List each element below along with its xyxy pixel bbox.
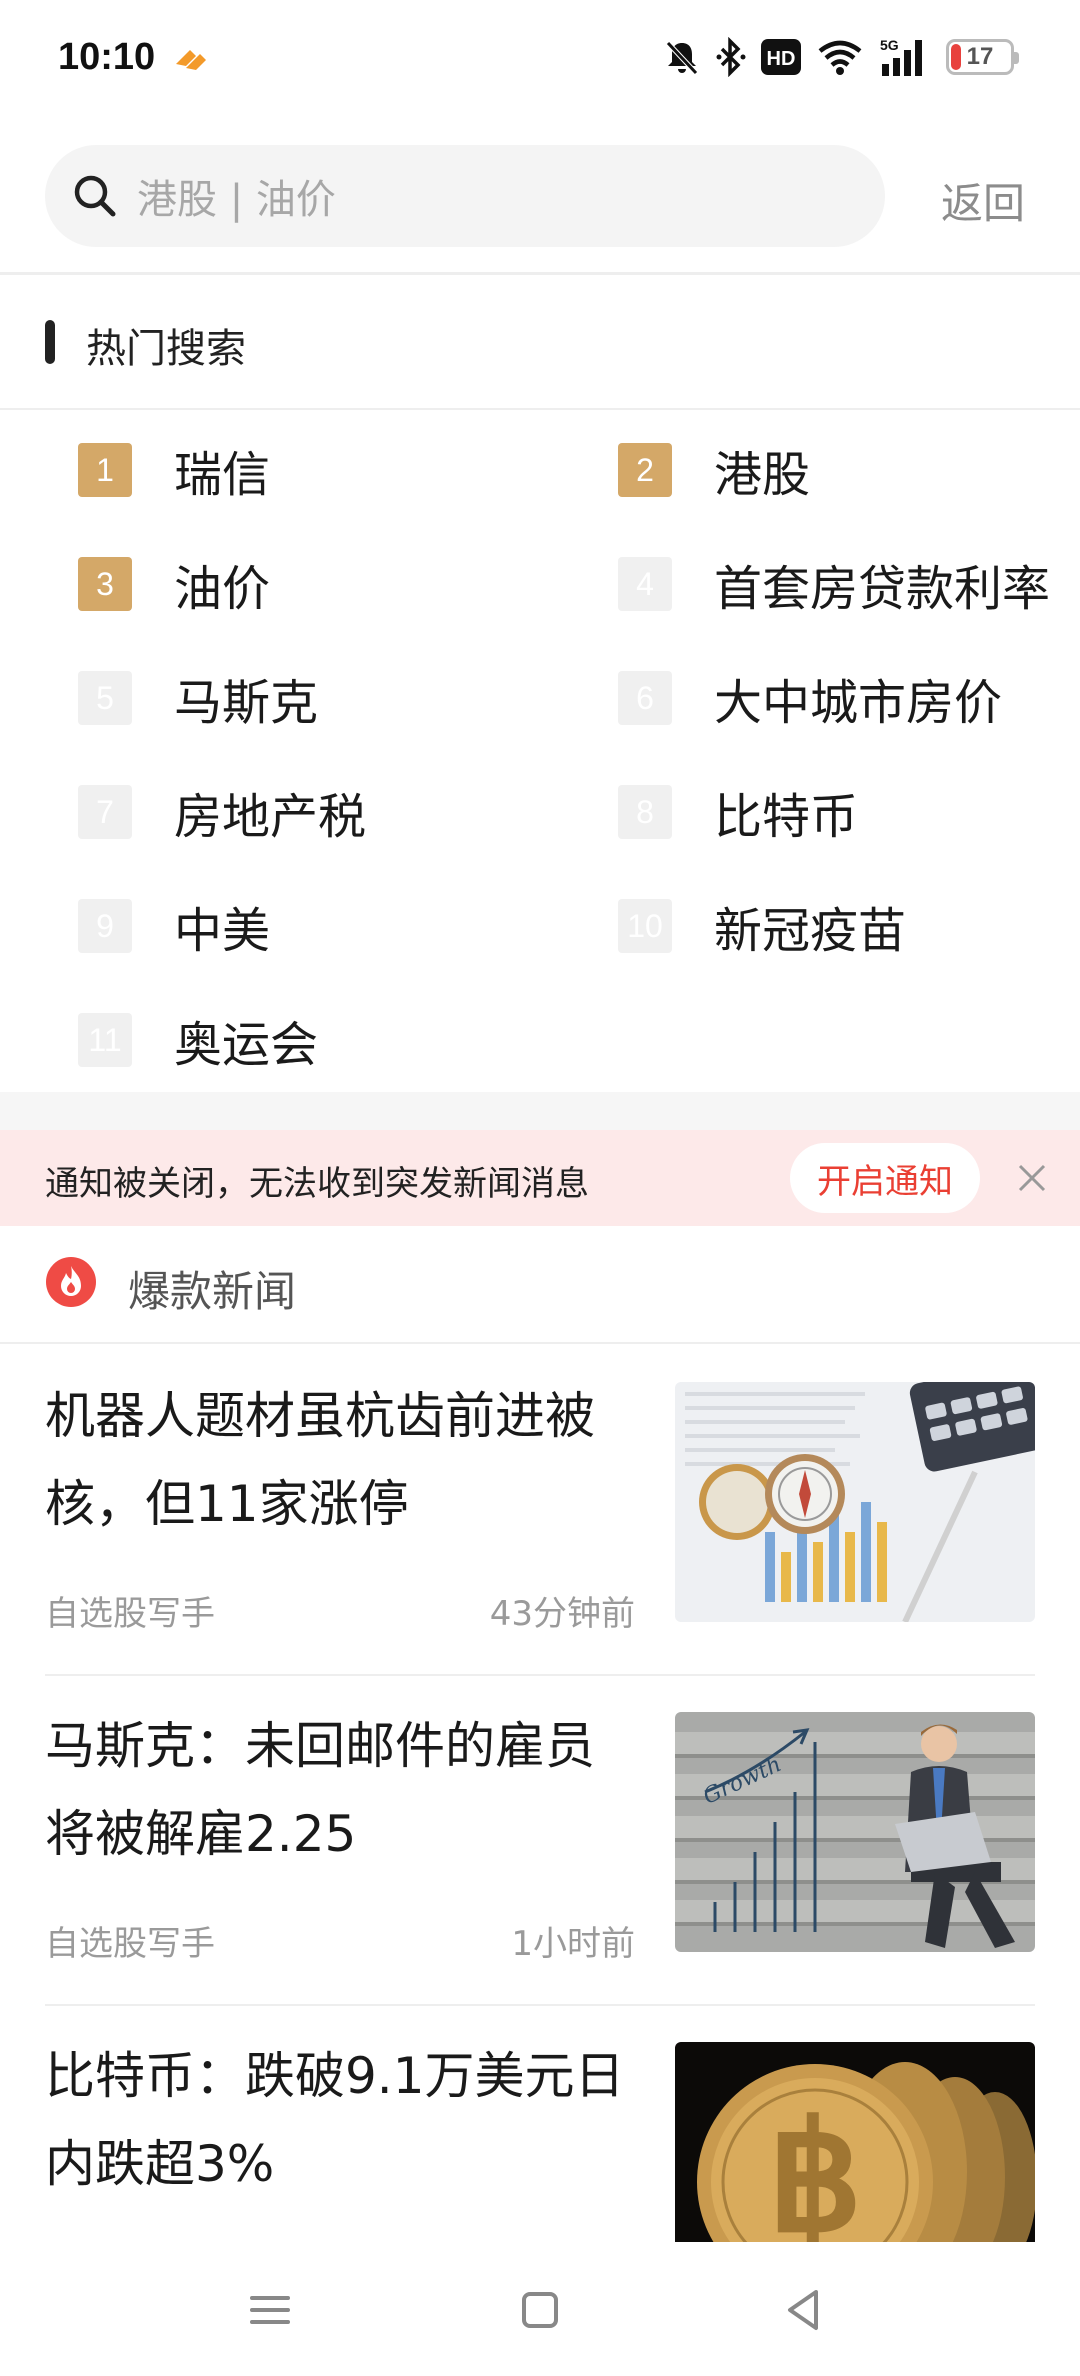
hot-search-item-2[interactable]: 2 港股 [618,420,810,520]
hot-search-label: 中美 [174,903,271,959]
hot-search-label: 油价 [174,561,271,617]
article-thumbnail: Growth [675,1712,1035,1952]
navigation-bar [0,2242,1080,2376]
article-thumbnail [675,1382,1035,1622]
hot-search-label: 比特币 [714,789,859,845]
hot-search-label: 奥运会 [174,1017,319,1073]
hot-search-item-3[interactable]: 3 油价 [78,534,270,634]
signal-icon: 5G [880,37,922,76]
article-title: 马斯克：未回邮件的雇员将被解雇2.25 [45,1717,595,1863]
back-button[interactable]: 返回 [941,170,1025,231]
search-placeholder: 港股 | 油价 [137,177,336,223]
search-row: 港股 | 油价 返回 [0,140,1080,250]
news-article-2[interactable]: 马斯克：未回邮件的雇员将被解雇2.25 自选股写手 1小时前 Growth [45,1702,1035,2002]
section-marker [45,320,55,364]
rank-badge: 11 [78,1013,132,1067]
article-source: 自选股写手 [45,1594,215,1634]
hot-search-item-8[interactable]: 8 比特币 [618,762,858,862]
battery-level: 17 [966,43,994,70]
hot-search-label: 首套房贷款利率 [714,561,1051,617]
hot-search-label: 港股 [714,447,811,503]
rank-badge: 9 [78,899,132,953]
bluetooth-icon [716,37,746,77]
news-article-1[interactable]: 机器人题材虽杭齿前进被核，但11家涨停 自选股写手 43分钟前 [45,1372,1035,1672]
home-icon[interactable] [512,2282,568,2338]
back-icon[interactable] [776,2282,832,2338]
hot-search-label: 房地产税 [174,789,367,845]
app-icon [176,50,206,70]
article-title: 比特币：跌破9.1万美元日内跌超3% [45,2047,625,2193]
divider [0,272,1080,275]
hot-search-item-6[interactable]: 6 大中城市房价 [618,648,1002,748]
hot-search-label: 马斯克 [174,675,319,731]
compass-calculator-image [675,1382,1035,1622]
fire-icon [46,1257,96,1307]
hot-search-item-4[interactable]: 4 首套房贷款利率 [618,534,1050,634]
menu-icon[interactable] [242,2282,298,2338]
hot-search-item-10[interactable]: 10 新冠疫苗 [618,876,906,976]
wifi-icon [818,40,862,75]
hot-search-item-5[interactable]: 5 马斯克 [78,648,318,748]
rank-badge: 1 [78,443,132,497]
close-icon[interactable] [1012,1158,1052,1198]
rank-badge: 8 [618,785,672,839]
enable-notification-button[interactable]: 开启通知 [790,1143,980,1213]
divider [0,408,1080,410]
bitcoin-image: ฿ [675,2042,1035,2252]
article-thumbnail: ฿ [675,2042,1035,2252]
battery-cap [1014,52,1019,64]
hot-search-item-11[interactable]: 11 奥运会 [78,990,318,1090]
svg-text:HD: HD [767,48,796,70]
article-time: 1小时前 [511,1924,635,1964]
divider [45,1674,1035,1676]
hot-search-title: 热门搜索 [86,326,246,372]
notification-banner: 通知被关闭，无法收到突发新闻消息 开启通知 [0,1130,1080,1226]
article-title: 机器人题材虽杭齿前进被核，但11家涨停 [45,1387,595,1533]
hot-search-header: 热门搜索 [0,300,1080,390]
search-input[interactable]: 港股 | 油价 [45,145,885,247]
battery-icon: 17 [946,39,1019,75]
divider [0,1342,1080,1344]
rank-badge: 2 [618,443,672,497]
status-icons: HD 5G 17 [662,34,1019,80]
notification-text: 通知被关闭，无法收到突发新闻消息 [45,1164,589,1204]
status-time: 10:10 [58,36,156,78]
section-separator [0,1092,1080,1130]
mute-bell-icon [666,41,698,75]
hot-search-label: 新冠疫苗 [714,903,907,959]
rank-badge: 3 [78,557,132,611]
article-time: 43分钟前 [489,1594,635,1634]
article-source: 自选股写手 [45,1924,215,1964]
hot-search-label: 大中城市房价 [714,675,1003,731]
rank-badge: 5 [78,671,132,725]
search-icon [74,175,116,217]
rank-badge: 7 [78,785,132,839]
hot-search-item-1[interactable]: 1 瑞信 [78,420,270,520]
rank-badge: 6 [618,671,672,725]
rank-badge: 10 [618,899,672,953]
svg-text:5G: 5G [880,37,899,53]
hot-search-label: 瑞信 [174,447,271,503]
hot-search-item-7[interactable]: 7 房地产税 [78,762,366,862]
bitcoin-symbol: ฿ [767,2094,862,2252]
hot-news-title: 爆款新闻 [128,1267,297,1316]
rank-badge: 4 [618,557,672,611]
status-bar: 10:10 HD 5G 17 [0,0,1080,120]
hd-icon: HD [761,39,801,75]
hot-search-item-9[interactable]: 9 中美 [78,876,270,976]
businessman-growth-image: Growth [675,1712,1035,1952]
divider [45,2004,1035,2006]
hot-news-header: 爆款新闻 [0,1226,1080,1344]
